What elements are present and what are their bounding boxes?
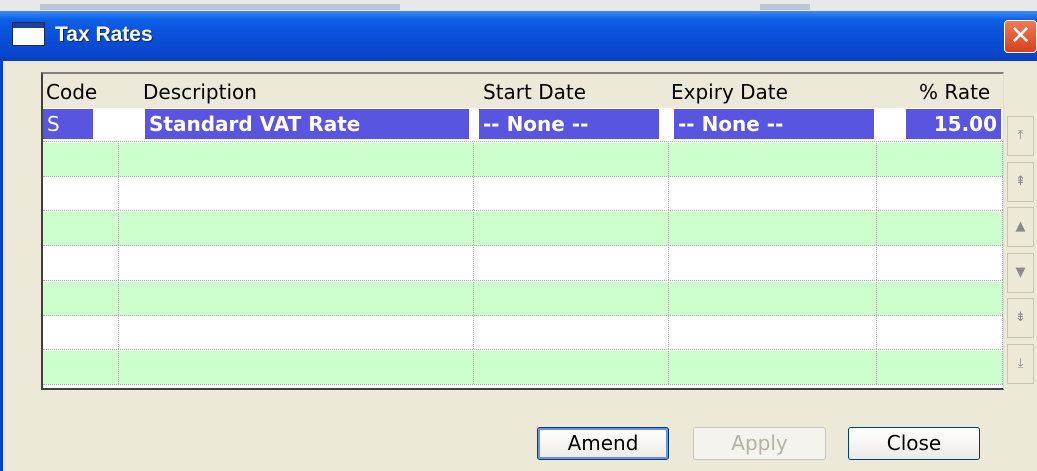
cell-rate[interactable] [877,316,1003,350]
amend-button[interactable]: Amend [537,427,669,460]
scroll-page-up-button[interactable]: ⇞ [1007,161,1034,202]
scroll-down-icon: ▼ [1015,264,1026,280]
table-row[interactable] [43,281,1003,316]
scroll-up-icon: ▲ [1015,219,1026,234]
cell-expiry-date[interactable] [669,142,877,176]
cell-start-date[interactable] [474,142,669,176]
window-title: Tax Rates [55,23,153,46]
cell-description[interactable]: Standard VAT Rate [119,108,474,141]
cell-code[interactable] [43,316,119,350]
close-button[interactable]: Close [848,427,980,460]
scroll-bottom-icon: ⤓ [1017,355,1024,371]
background-text-smear [40,4,400,10]
cell-value: -- None -- [674,109,874,139]
close-window-button[interactable]: ✕ [1004,20,1037,53]
scroll-down-button[interactable]: ▼ [1007,252,1034,293]
column-header-rate[interactable]: % Rate [919,80,990,104]
cell-rate[interactable] [877,212,1003,246]
column-header-code[interactable]: Code [46,80,97,104]
cell-rate[interactable] [877,246,1003,280]
scroll-top-icon: ⤒ [1017,128,1024,143]
scroll-page-down-button[interactable]: ⇟ [1007,298,1034,338]
cell-expiry-date[interactable] [669,246,877,280]
cell-start-date[interactable] [474,177,669,211]
scroll-page-up-icon: ⇞ [1015,173,1026,189]
cell-code[interactable] [43,177,119,211]
cell-value: S [43,109,93,139]
cell-expiry-date[interactable] [669,316,877,350]
cell-start-date[interactable] [474,350,669,384]
scroll-top-button[interactable]: ⤒ [1007,116,1034,156]
scroll-up-button[interactable]: ▲ [1007,207,1034,247]
cell-start-date[interactable] [474,281,669,315]
background-text-smear [760,4,810,10]
cell-description[interactable] [119,316,474,350]
cell-code[interactable] [43,212,119,246]
close-icon: ✕ [1009,21,1032,51]
cell-description[interactable] [119,281,474,315]
cell-code[interactable]: S [43,108,119,141]
column-header-start-date[interactable]: Start Date [483,80,586,104]
cell-start-date[interactable] [474,316,669,350]
cell-code[interactable] [43,281,119,315]
scroll-page-down-icon: ⇟ [1015,310,1026,325]
table-row[interactable] [43,316,1003,351]
cell-description[interactable] [119,142,474,176]
cell-code[interactable] [43,246,119,280]
table-row[interactable] [43,142,1003,177]
cell-rate[interactable] [877,142,1003,176]
table-row[interactable] [43,212,1003,247]
cell-code[interactable] [43,142,119,176]
cell-value: -- None -- [479,109,659,139]
column-header-expiry-date[interactable]: Expiry Date [671,80,788,104]
apply-button[interactable]: Apply [693,427,826,460]
cell-expiry-date[interactable] [669,350,877,384]
cell-expiry-date[interactable] [669,212,877,246]
cell-code[interactable] [43,350,119,384]
cell-rate[interactable] [877,177,1003,211]
cell-description[interactable] [119,212,474,246]
cell-expiry-date[interactable] [669,177,877,211]
table-row[interactable]: S Standard VAT Rate -- None -- -- None -- 15… [43,108,1003,142]
scroll-bottom-button[interactable]: ⤓ [1007,343,1034,384]
cell-start-date[interactable] [474,246,669,280]
cell-rate[interactable] [877,281,1003,315]
cell-expiry-date[interactable]: -- None -- [669,108,877,141]
cell-value: Standard VAT Rate [145,109,469,139]
table-row[interactable] [43,246,1003,281]
cell-expiry-date[interactable] [669,281,877,315]
window-icon [12,22,45,46]
table-row[interactable] [43,350,1003,385]
title-bar[interactable]: Tax Rates ✕ [0,11,1037,61]
column-header-description[interactable]: Description [143,80,257,104]
cell-rate[interactable]: 15.00 [877,108,1003,141]
cell-start-date[interactable]: -- None -- [474,108,669,141]
cell-rate[interactable] [877,350,1003,384]
cell-description[interactable] [119,177,474,211]
cell-description[interactable] [119,350,474,384]
grid-header: Code Description Start Date Expiry Date … [43,74,1003,108]
tax-rates-grid[interactable]: Code Description Start Date Expiry Date … [41,72,1004,390]
table-row[interactable] [43,177,1003,212]
cell-description[interactable] [119,246,474,280]
cell-start-date[interactable] [474,212,669,246]
cell-value: 15.00 [906,109,1001,139]
